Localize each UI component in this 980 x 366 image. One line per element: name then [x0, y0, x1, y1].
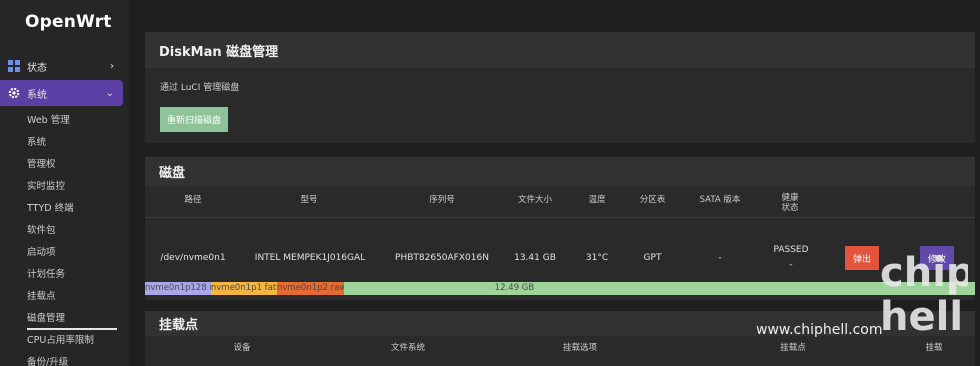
submenu-admin[interactable]: 管理权 [27, 156, 56, 170]
submenu-mounts[interactable]: 挂载点 [27, 288, 56, 302]
disk-model: INTEL MEMPEK1J016GAL [254, 253, 366, 263]
dashboard-icon [8, 60, 20, 72]
partition-segment: nvme0n1p128 raw [145, 282, 211, 295]
col-mount: 挂载 [925, 343, 943, 353]
col-device: 设备 [233, 343, 251, 353]
submenu-cpulimit[interactable]: CPU占用率限制 [27, 332, 94, 346]
disks-panel: 磁盘 路径 型号 序列号 文件大小 温度 分区表 SATA 版本 健康 状态 /… [145, 157, 975, 300]
menu-status[interactable]: 状态 › [0, 53, 123, 79]
disks-title: 磁盘 [145, 157, 975, 186]
diskman-panel: DiskMan 磁盘管理 通过 LuCI 管理磁盘 重新扫描磁盘 [145, 32, 975, 143]
col-health: 健康 状态 [781, 193, 799, 213]
page-title: DiskMan 磁盘管理 [145, 32, 975, 68]
submenu-web[interactable]: Web 管理 [27, 112, 70, 126]
chevron-right-icon: › [110, 60, 114, 72]
submenu-ttyd[interactable]: TTYD 终端 [27, 200, 74, 214]
submenu-monitor[interactable]: 实时监控 [27, 178, 65, 192]
partition-segment: nvme0n1p1 fat16 [211, 282, 277, 295]
sidebar: OpenWrt 状态 › 系统 ⌄ Web 管理 系统 管理权 实时监控 TTY… [0, 0, 129, 366]
chevron-down-icon: ⌄ [105, 87, 114, 99]
col-model: 型号 [300, 195, 318, 205]
submenu-crontab[interactable]: 计划任务 [27, 266, 65, 280]
col-ptable: 分区表 [639, 195, 666, 205]
col-temp: 温度 [588, 195, 606, 205]
openwrt-logo[interactable]: OpenWrt [25, 12, 112, 32]
partition-bar: nvme0n1p128 rawnvme0n1p1 fat16nvme0n1p2 … [145, 282, 975, 295]
col-serial: 序列号 [429, 195, 455, 205]
disk-size: 13.41 GB [514, 253, 556, 263]
disk-ptable: GPT [643, 253, 662, 263]
col-size: 文件大小 [517, 195, 552, 205]
col-filesystem: 文件系统 [390, 343, 425, 353]
disk-temp: 31°C [585, 253, 609, 263]
mounts-panel: 挂载点 设备 文件系统 挂载选项 挂载点 挂载 [145, 311, 975, 366]
page-description: 通过 LuCI 管理磁盘 [160, 83, 240, 93]
table-divider [145, 217, 975, 218]
col-sata: SATA 版本 [699, 195, 741, 205]
col-mount-options: 挂载选项 [562, 343, 597, 353]
watermark-text: www.chiphell.com [756, 322, 883, 338]
submenu-packages[interactable]: 软件包 [27, 222, 56, 236]
partition-segment: nvme0n1p2 raw [277, 282, 344, 295]
menu-system[interactable]: 系统 ⌄ [0, 80, 123, 106]
disk-path: /dev/nvme0n1 [160, 253, 226, 263]
disk-serial: PHBT82650AFX016N [395, 253, 489, 263]
menu-system-label: 系统 [27, 89, 47, 101]
submenu-system[interactable]: 系统 [27, 134, 46, 148]
menu-status-label: 状态 [27, 62, 47, 74]
disk-health: PASSED [773, 245, 809, 255]
svg-text:hell: hell [880, 294, 963, 335]
submenu-startup[interactable]: 启动项 [27, 244, 56, 258]
col-path: 路径 [184, 195, 202, 205]
col-mountpoint: 挂载点 [780, 343, 806, 353]
chiphell-watermark-logo: chip hell [878, 250, 975, 340]
submenu-diskman[interactable]: 磁盘管理 [27, 310, 118, 330]
disk-health-extra: - [789, 260, 793, 270]
disk-sata: - [718, 253, 722, 263]
eject-button[interactable]: 弹出 [845, 246, 879, 270]
submenu-backup[interactable]: 备份/升级 [27, 354, 68, 366]
rescan-button[interactable]: 重新扫描磁盘 [160, 107, 228, 132]
svg-text:chip: chip [880, 250, 968, 296]
gear-icon [8, 87, 20, 99]
